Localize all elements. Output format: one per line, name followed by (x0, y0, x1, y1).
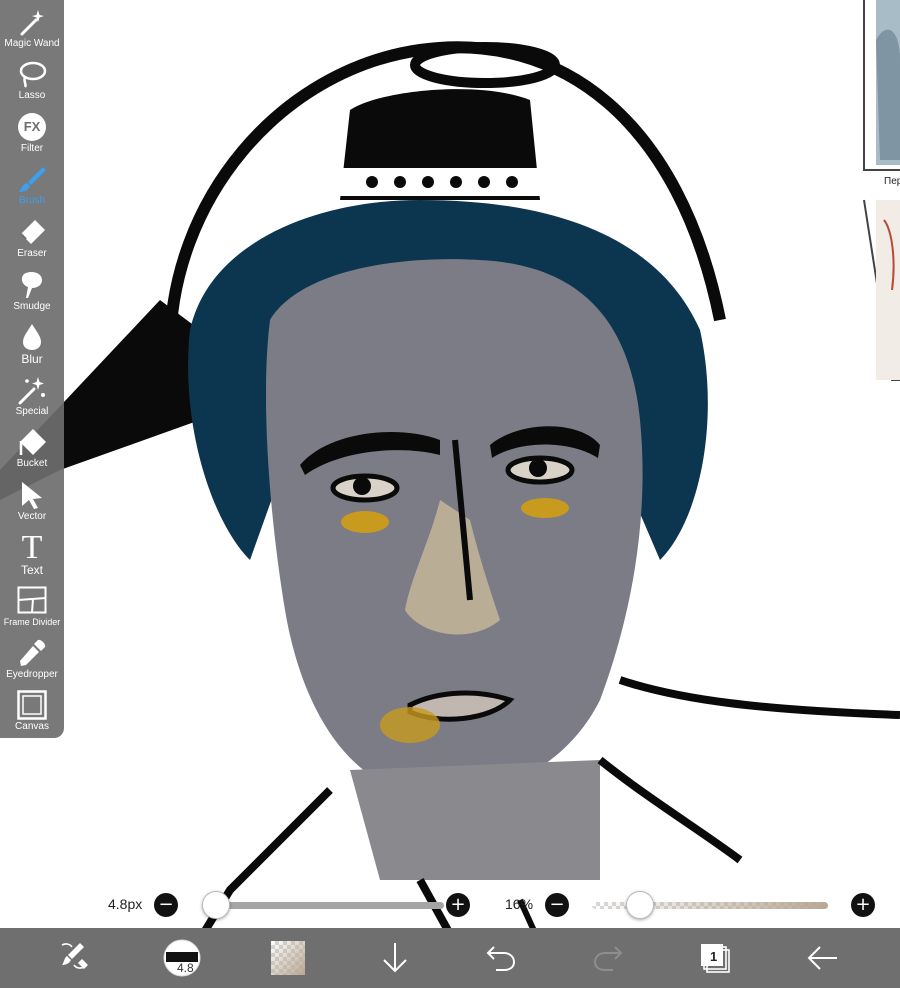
right-under-eye (521, 498, 569, 518)
tool-palette: Magic Wand Lasso FX Filter Brush Eraser (0, 0, 64, 738)
canvas-icon (17, 690, 47, 721)
layers-count: 1 (710, 949, 718, 964)
fx-icon: FX (17, 112, 47, 142)
tool-brush[interactable]: Brush (0, 158, 64, 211)
brush-size-track[interactable] (212, 902, 444, 909)
tool-label: Brush (18, 195, 46, 207)
left-under-eye (341, 511, 389, 533)
frame-divider-icon (17, 585, 47, 615)
tool-label: Canvas (15, 721, 49, 733)
brush-sliders: 4.8px − + 16% − + (0, 888, 900, 924)
fx-icon-text: FX (18, 112, 46, 141)
left-pupil (353, 477, 371, 495)
eraser-icon (17, 217, 47, 247)
brush-size-increase-button[interactable]: + (446, 893, 470, 917)
back-button[interactable] (802, 938, 842, 978)
tool-switch-button[interactable] (55, 938, 95, 978)
opacity-increase-button[interactable]: + (851, 893, 875, 917)
opacity-decrease-button[interactable]: − (545, 893, 569, 917)
tool-label: Bucket (16, 458, 48, 470)
neck (350, 760, 600, 880)
reference-thumbnails (862, 0, 900, 390)
bottom-toolbar: 4.8 1 (0, 928, 900, 988)
arrow-left-icon (807, 946, 837, 970)
tool-label: Eraser (17, 247, 47, 259)
magic-wand-icon (17, 7, 47, 37)
vector-arrow-icon (17, 480, 47, 510)
color-swatch-button[interactable] (268, 938, 308, 978)
tool-magic-wand[interactable]: Magic Wand (0, 0, 64, 53)
drawing-canvas[interactable] (0, 0, 900, 988)
eyedropper-icon (17, 638, 47, 668)
plus-icon: + (450, 894, 466, 915)
special-sparkle-icon (17, 375, 47, 405)
text-icon-glyph: T (21, 528, 43, 566)
layers-button[interactable]: 1 (695, 938, 735, 978)
opacity-value: 16% (505, 896, 534, 912)
arrow-down-icon (383, 943, 407, 973)
redo-icon (593, 946, 623, 971)
tool-label: Magic Wand (4, 37, 60, 49)
smudge-icon (17, 270, 47, 300)
tool-label: Vector (17, 510, 47, 522)
tool-label: Text (20, 562, 43, 577)
undo-icon (486, 946, 516, 971)
tool-label: Blur (21, 352, 43, 367)
minus-icon: − (549, 894, 565, 915)
tool-eraser[interactable]: Eraser (0, 210, 64, 263)
right-pupil (529, 459, 547, 477)
tool-text[interactable]: T Text (0, 526, 64, 579)
brush-preview-button[interactable]: 4.8 (160, 938, 204, 978)
brush-icon (17, 164, 47, 194)
opacity-slider-thumb[interactable] (625, 891, 654, 919)
tool-lasso[interactable]: Lasso (0, 53, 64, 106)
tool-eyedropper[interactable]: Eyedropper (0, 631, 64, 684)
brush-size-badge: 4.8 (177, 961, 194, 975)
tool-label: Filter (20, 142, 44, 154)
undo-button[interactable] (481, 938, 521, 978)
tool-label: Special (15, 405, 49, 417)
ibis-paint-app: Пер Magic Wand Lasso FX Filter Brush Era… (0, 0, 900, 988)
tool-filter[interactable]: FX Filter (0, 105, 64, 158)
tool-vector[interactable]: Vector (0, 473, 64, 526)
import-button[interactable] (375, 938, 415, 978)
tool-special[interactable]: Special (0, 368, 64, 421)
tool-label: Smudge (13, 300, 51, 312)
tool-label: Eyedropper (6, 668, 58, 680)
brush-size-slider-thumb[interactable] (202, 891, 230, 919)
tool-label: Lasso (18, 90, 46, 102)
tool-frame-divider[interactable]: Frame Divider (0, 579, 64, 632)
reference-panel[interactable]: Пер (862, 0, 900, 390)
tool-label: Frame Divider (3, 617, 61, 628)
bucket-icon (17, 427, 47, 457)
redo-button[interactable] (588, 938, 628, 978)
brush-size-decrease-button[interactable]: − (154, 893, 178, 917)
text-icon: T (17, 528, 47, 566)
tool-blur[interactable]: Blur (0, 316, 64, 369)
tool-switch-icon (58, 939, 92, 978)
blur-drop-icon (17, 322, 47, 352)
tool-canvas[interactable]: Canvas (0, 684, 64, 737)
tool-smudge[interactable]: Smudge (0, 263, 64, 316)
chin-shade (380, 707, 440, 743)
minus-icon: − (158, 894, 174, 915)
brush-size-value: 4.8px (108, 896, 143, 912)
plus-icon: + (855, 894, 871, 915)
color-swatch-icon (271, 941, 305, 975)
tool-bucket[interactable]: Bucket (0, 421, 64, 474)
reference-caption: Пер (884, 176, 900, 187)
lasso-icon (17, 59, 47, 89)
